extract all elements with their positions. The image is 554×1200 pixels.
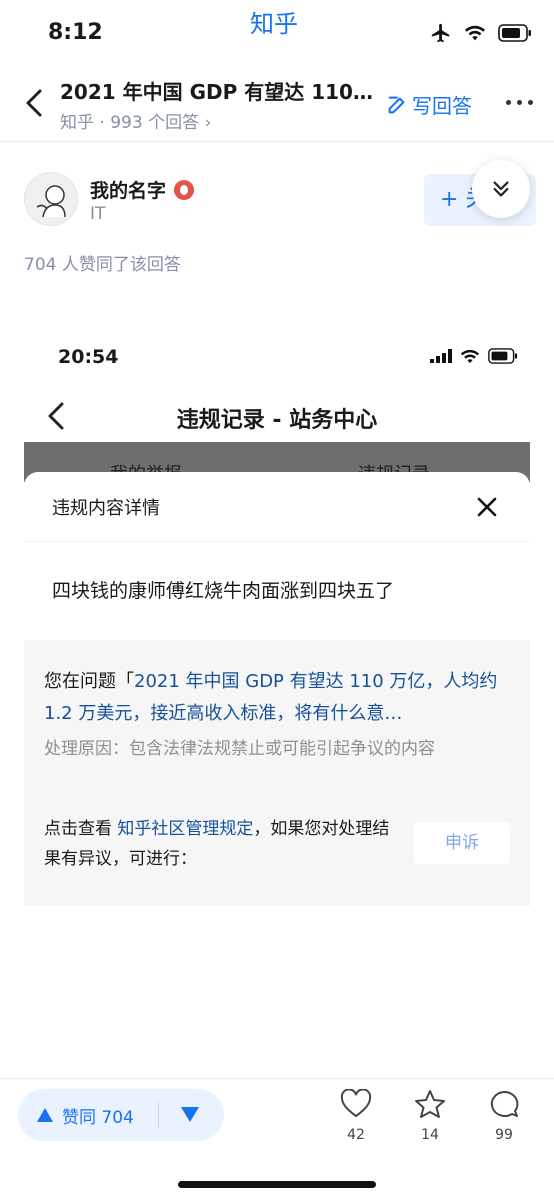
comment-icon [490,1090,519,1117]
verified-badge-icon [174,179,195,200]
question-title[interactable]: 2021 年中国 GDP 有望达 110… [60,76,376,105]
notice-question: 您在问题「2021 年中国 GDP 有望达 110 万亿，人均约 1.2 万美元… [44,666,514,730]
battery-icon [498,24,531,42]
favorite-button[interactable]: 14 [400,1089,460,1143]
double-chevron-down-icon [493,181,509,197]
answer-count-link[interactable]: 知乎 · 993 个回答 › [60,108,211,133]
embedded-page-title: 违规记录 - 站务中心 [176,408,378,433]
triangle-up-icon [37,1108,53,1122]
sheet-header: 违规内容详情 [24,472,530,542]
author-name-text: 我的名字 [90,180,167,202]
rule-prefix: 点击查看 [44,819,118,839]
vote-divider [158,1101,159,1129]
violation-content: 四块钱的康师傅红烧牛肉面涨到四块五了 [52,580,395,602]
vote-pill: 赞同 704 [18,1089,224,1141]
notice-reason: 处理原因：包含法律法规禁止或可能引起争议的内容 [44,739,435,759]
embedded-status-icons [430,348,518,364]
status-bar: 8:12 知乎 [0,0,554,62]
more-options-icon[interactable] [506,100,533,105]
embedded-nav-bar: 违规记录 - 站务中心 [24,390,530,440]
signal-icon [430,349,452,363]
community-rules-link: 知乎社区管理规定 [117,819,254,839]
comment-count: 99 [495,1127,513,1143]
author-row: 我的名字 IT + 关 [0,160,554,240]
author-name[interactable]: 我的名字 [90,176,195,203]
comment-button[interactable]: 99 [474,1089,534,1143]
wifi-icon [460,349,480,363]
favorite-count: 14 [421,1127,439,1143]
edit-icon [388,96,405,113]
home-indicator [178,1181,376,1188]
collapse-button[interactable] [472,160,530,218]
battery-icon [488,348,518,364]
question-nav-bar: 2021 年中国 GDP 有望达 110… 知乎 · 993 个回答 › 写回答 [0,62,554,142]
author-tag: IT [90,204,106,224]
back-icon[interactable] [22,88,46,118]
status-time: 8:12 [48,20,103,45]
wifi-icon [464,25,486,41]
heart-icon [340,1088,372,1118]
embedded-screenshot[interactable]: 20:54 违规记录 - 站务中心 我的举报 违规记录 违规内容详情 四块钱的康… [24,330,530,950]
question-prefix: 您在问题「 [44,671,134,692]
downvote-button[interactable] [180,1105,200,1123]
like-button[interactable]: 42 [326,1088,386,1143]
notice-rule: 点击查看 知乎社区管理规定，如果您对处理结果有异议，可进行： [44,814,404,874]
vote-summary: 704 人赞同了该回答 [24,255,181,275]
airplane-icon [431,23,450,43]
write-answer-button[interactable]: 写回答 [386,90,472,119]
bottom-action-bar: 赞同 704 42 14 99 [0,1078,554,1200]
avatar[interactable] [24,172,78,226]
upvote-label: 赞同 704 [62,1107,134,1128]
embedded-status-time: 20:54 [58,346,119,368]
status-icons [430,22,532,44]
violation-notice: 您在问题「2021 年中国 GDP 有望达 110 万亿，人均约 1.2 万美元… [24,640,530,906]
sheet-title: 违规内容详情 [52,498,160,519]
violation-detail-sheet: 违规内容详情 四块钱的康师傅红烧牛肉面涨到四块五了 您在问题「2021 年中国 … [24,472,530,950]
like-count: 42 [347,1127,365,1143]
close-icon [477,497,497,517]
write-answer-label: 写回答 [412,94,472,118]
upvote-button[interactable]: 赞同 704 [36,1089,134,1141]
appeal-button: 申诉 [414,822,510,864]
status-app-name: 知乎 [250,10,298,38]
star-icon [415,1090,445,1118]
